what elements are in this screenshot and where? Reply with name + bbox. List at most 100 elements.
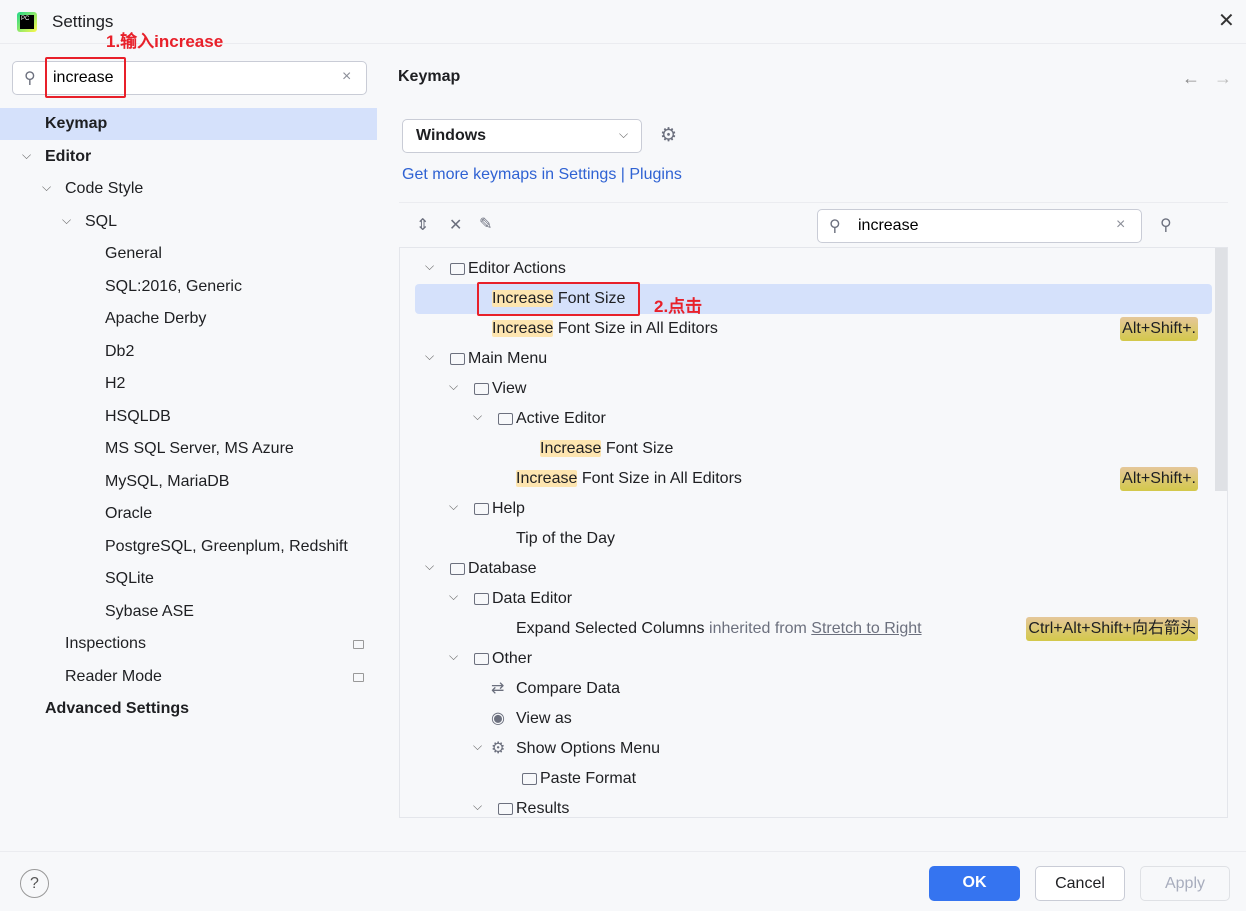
keymap-search-input[interactable] (858, 217, 1108, 235)
inherited-link[interactable]: Stretch to Right (811, 620, 921, 637)
clear-icon[interactable]: × (342, 68, 351, 86)
shortcut-badge: Alt+Shift+. (1120, 317, 1198, 341)
tree-row[interactable]: ⌵ Results (400, 791, 1215, 817)
tree-row[interactable]: ⌵ ⚙ Show Options Menu (400, 734, 1215, 764)
ok-button[interactable]: OK (929, 866, 1020, 901)
sidebar-item[interactable]: Apache Derby (0, 303, 377, 335)
apply-button[interactable]: Apply (1140, 866, 1230, 901)
sidebar-item[interactable]: Oracle (0, 498, 377, 530)
expand-all-icon[interactable]: ⇕ (416, 215, 429, 235)
back-arrow-icon[interactable]: ← (1182, 68, 1200, 89)
keymap-select-value: Windows (416, 127, 487, 144)
chevron-down-icon[interactable]: ⌵ (449, 371, 458, 401)
sidebar-item[interactable]: PostgreSQL, Greenplum, Redshift (0, 531, 377, 563)
compare-icon: ⇄ (491, 680, 505, 697)
sidebar-item[interactable]: Sybase ASE (0, 596, 377, 628)
pycharm-logo: PC (17, 12, 37, 32)
window-title: Settings (52, 12, 114, 31)
sidebar-item[interactable]: MS SQL Server, MS Azure (0, 433, 377, 465)
label-part: Data Editor (492, 590, 573, 607)
sidebar-item[interactable]: HSQLDB (0, 401, 377, 433)
sidebar-item[interactable]: Db2 (0, 336, 377, 368)
chevron-down-icon[interactable]: ⌵ (22, 139, 31, 171)
tree-row[interactable]: ◉ View as (400, 704, 1215, 734)
divider (0, 851, 1246, 852)
search-icon: ⚲ (24, 70, 36, 87)
folder-icon (498, 404, 513, 434)
tree-row[interactable]: ⌵ Other (400, 644, 1215, 674)
sidebar-item[interactable]: SQL:2016, Generic (0, 271, 377, 303)
label-part: Show Options Menu (516, 740, 661, 757)
sidebar-item[interactable]: MySQL, MariaDB (0, 466, 377, 498)
sidebar-item[interactable]: Advanced Settings (0, 693, 377, 725)
tree-row[interactable]: Increase Font Size (400, 434, 1215, 464)
find-shortcut-icon[interactable]: ⚲ (1160, 215, 1172, 235)
chevron-down-icon[interactable]: ⌵ (449, 581, 458, 611)
chevron-down-icon[interactable]: ⌵ (425, 251, 434, 281)
tree-row[interactable]: ⌵ Data Editor (400, 584, 1215, 614)
keymap-search[interactable]: ⚲ × (817, 209, 1142, 243)
tree-row-label: Increase Font Size in All Editors (516, 464, 742, 494)
cancel-button[interactable]: Cancel (1035, 866, 1125, 901)
label-part: Tip of the Day (516, 530, 616, 547)
sidebar-item[interactable]: Reader Mode (0, 661, 377, 693)
annotation-box-2 (477, 282, 640, 316)
sidebar-item[interactable]: General (0, 238, 377, 270)
chevron-down-icon[interactable]: ⌵ (473, 731, 482, 761)
keymap-select[interactable]: Windows ⌵ (402, 119, 642, 153)
label-part: Results (516, 800, 570, 817)
chevron-down-icon[interactable]: ⌵ (425, 551, 434, 581)
edit-icon[interactable]: ✎ (479, 214, 492, 234)
label-part: Paste Format (540, 770, 637, 787)
tree-row[interactable]: ⌵ View (400, 374, 1215, 404)
chevron-down-icon[interactable]: ⌵ (449, 491, 458, 521)
shortcut-badge: Alt+Shift+. (1120, 467, 1198, 491)
sidebar-item-label: Sybase ASE (105, 602, 194, 620)
tree-row-label: Active Editor (516, 404, 606, 434)
tree-row[interactable]: Expand Selected Columns inherited from S… (400, 614, 1215, 644)
sidebar-item[interactable]: ⌵ Editor (0, 141, 377, 173)
tree-row[interactable]: ⌵ Main Menu (400, 344, 1215, 374)
gear-icon: ⚙ (491, 740, 506, 757)
label-part: inherited from (704, 620, 812, 637)
tree-row[interactable]: ⇄ Compare Data (400, 674, 1215, 704)
chevron-down-icon[interactable]: ⌵ (425, 341, 434, 371)
gear-icon[interactable]: ⚙ (660, 124, 677, 147)
sidebar-item[interactable]: ⌵ SQL (0, 206, 377, 238)
tree-row-label: Increase Font Size (540, 434, 673, 464)
chevron-down-icon[interactable]: ⌵ (62, 204, 71, 236)
sidebar-item-label: General (105, 245, 162, 262)
forward-arrow-icon[interactable]: → (1214, 68, 1232, 89)
tree-row[interactable]: Increase Font Size in All Editors Alt+Shi… (400, 464, 1215, 494)
tree-row[interactable]: Tip of the Day (400, 524, 1215, 554)
tree-row[interactable]: Increase Font Size in All Editors Alt+Shi… (400, 314, 1215, 344)
tree-row[interactable]: ⌵ Active Editor (400, 404, 1215, 434)
get-more-keymaps-link[interactable]: Get more keymaps in Settings | Plugins (402, 166, 682, 184)
sidebar-item-label: PostgreSQL, Greenplum, Redshift (105, 537, 348, 555)
chevron-down-icon[interactable]: ⌵ (449, 641, 458, 671)
chevron-down-icon[interactable]: ⌵ (473, 791, 482, 817)
tree-row[interactable]: Paste Format (400, 764, 1215, 794)
chevron-down-icon[interactable]: ⌵ (42, 171, 51, 203)
close-icon[interactable]: ✕ (1218, 8, 1235, 33)
tree-row[interactable]: ⌵ Help (400, 494, 1215, 524)
tree-row-label: View as (516, 704, 572, 734)
sidebar-item[interactable]: ⌵ Code Style (0, 173, 377, 205)
sidebar-item[interactable]: SQLite (0, 563, 377, 595)
sidebar-item[interactable]: H2 (0, 368, 377, 400)
tree-row[interactable]: ⌵ Database (400, 554, 1215, 584)
tree-row-label: Paste Format (540, 764, 636, 794)
clear-icon[interactable]: × (1116, 216, 1125, 234)
folder-icon (474, 584, 489, 614)
tree-row-label: Show Options Menu (516, 734, 660, 764)
tree-row[interactable]: ⌵ Editor Actions (400, 254, 1215, 284)
label-part: Font Size in All Editors (553, 320, 718, 337)
sidebar-item[interactable]: Inspections (0, 628, 377, 660)
collapse-all-icon[interactable]: ✕ (449, 215, 462, 235)
label-part: Main Menu (468, 350, 548, 367)
chevron-down-icon[interactable]: ⌵ (473, 401, 482, 431)
help-button[interactable]: ? (20, 869, 49, 898)
sidebar-item-label: Oracle (105, 505, 153, 522)
scrollbar-thumb[interactable] (1215, 248, 1227, 491)
sidebar-item[interactable]: Keymap (0, 108, 377, 140)
